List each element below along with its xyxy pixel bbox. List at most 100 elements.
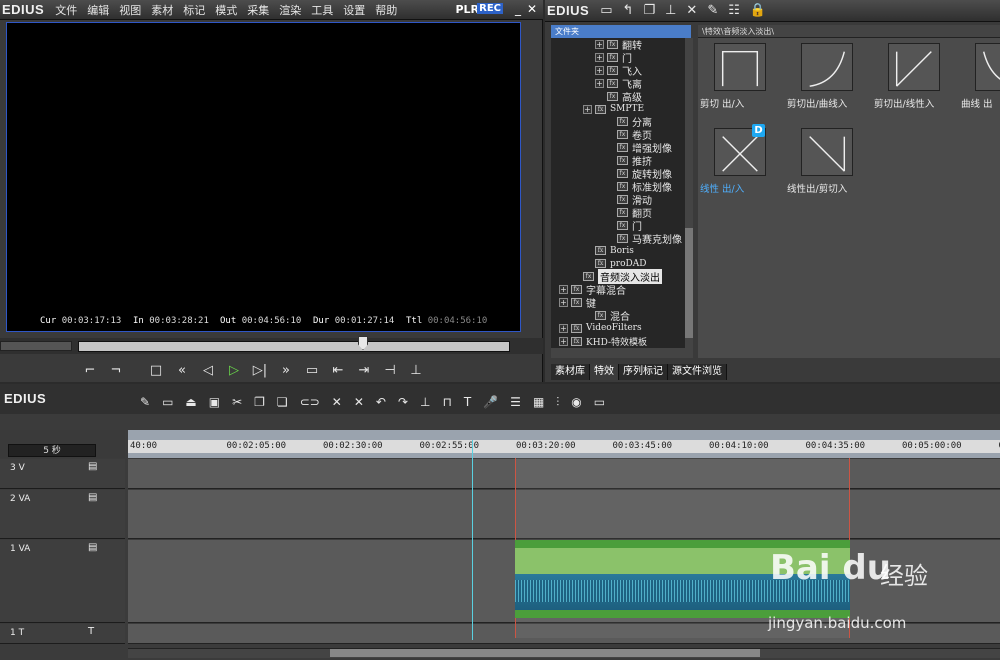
expand-icon[interactable]: + bbox=[583, 104, 592, 114]
tree-item[interactable]: + fx 键 bbox=[559, 296, 596, 310]
fast-forward-button[interactable]: » bbox=[276, 360, 296, 380]
delete-icon[interactable]: ✕ bbox=[332, 395, 342, 409]
prev-frame-button[interactable]: ◁ bbox=[198, 360, 218, 380]
effect-thumbnail[interactable] bbox=[801, 128, 853, 176]
menu-item-1[interactable]: 编辑 bbox=[82, 2, 114, 18]
link-icon[interactable]: ⊂⊃ bbox=[300, 395, 320, 409]
bin-tab-3[interactable]: 源文件浏览 bbox=[668, 364, 727, 380]
menu-item-8[interactable]: 工具 bbox=[306, 2, 338, 18]
microphone-icon[interactable]: 🎤 bbox=[483, 395, 498, 409]
cut-icon[interactable]: ✂ bbox=[232, 395, 242, 409]
set-in-icon[interactable]: ⌐ bbox=[80, 360, 100, 380]
rewind-button[interactable]: « bbox=[172, 360, 192, 380]
expand-icon[interactable]: + bbox=[595, 52, 604, 62]
ripple-icon[interactable]: ⊣ bbox=[380, 360, 400, 380]
expand-icon[interactable]: + bbox=[559, 323, 568, 333]
open-icon[interactable]: ⏏ bbox=[185, 395, 196, 409]
stop-button[interactable]: □ bbox=[146, 360, 166, 380]
effect-thumbnail[interactable] bbox=[975, 43, 1000, 91]
track-lock-icon[interactable]: ▤ bbox=[88, 492, 97, 503]
shuttle-slider[interactable] bbox=[0, 341, 72, 351]
rec-indicator[interactable]: REC bbox=[477, 3, 503, 14]
view-icon[interactable]: ☷ bbox=[723, 3, 745, 18]
menu-item-5[interactable]: 模式 bbox=[210, 2, 242, 18]
folder-tree[interactable]: + fx 翻转 + fx 门 + fx 飞入 + fx 飞离 fx 高级 + fx SMPTE fx 分离 fx 卷页 f… bbox=[551, 38, 685, 348]
track-header[interactable]: 3 V ▤ bbox=[0, 459, 125, 489]
tree-item[interactable]: fx 翻页 bbox=[605, 206, 652, 220]
effect-clip[interactable]: 剪切 出/入 bbox=[700, 40, 780, 120]
menu-item-3[interactable]: 素材 bbox=[146, 2, 178, 18]
expand-icon[interactable]: + bbox=[559, 298, 568, 307]
effect-clip[interactable]: 曲线 出 bbox=[961, 40, 1000, 120]
snap-icon[interactable]: ⊓ bbox=[443, 395, 452, 409]
track-lock-icon[interactable]: ▤ bbox=[88, 461, 97, 472]
effect-clip[interactable]: D 线性 出/入 bbox=[700, 124, 780, 205]
expand-icon[interactable]: + bbox=[595, 40, 604, 49]
bin-tab-2[interactable]: 序列标记 bbox=[619, 364, 668, 380]
save-icon[interactable]: ▣ bbox=[209, 395, 220, 409]
expand-icon[interactable]: + bbox=[595, 65, 604, 75]
redo-icon[interactable]: ↷ bbox=[398, 395, 408, 409]
timeline-scroll-thumb[interactable] bbox=[330, 649, 760, 657]
next-frame-button[interactable]: ▷| bbox=[250, 360, 270, 380]
tree-item[interactable]: fx Boris bbox=[583, 244, 634, 257]
effect-clip[interactable]: 线性出/剪切入 bbox=[787, 125, 867, 205]
folder-icon[interactable]: ▭ bbox=[595, 3, 617, 18]
copy-icon[interactable]: ❐ bbox=[638, 3, 660, 18]
add-icon[interactable]: ⊥ bbox=[660, 3, 681, 18]
tree-item[interactable]: + fx 翻转 bbox=[595, 38, 642, 52]
audio-mixer-icon[interactable]: ⫶ bbox=[556, 395, 559, 410]
copy-icon[interactable]: ❐ bbox=[254, 395, 265, 409]
grid-icon[interactable]: ▦ bbox=[533, 395, 544, 409]
effect-clip[interactable]: 剪切出/曲线入 bbox=[787, 40, 867, 120]
pen-icon[interactable]: ✎ bbox=[140, 395, 150, 409]
overwrite-icon[interactable]: ⇥ bbox=[354, 360, 374, 380]
track-header[interactable]: 1 VA ▤ bbox=[0, 540, 125, 623]
menu-item-6[interactable]: 采集 bbox=[242, 2, 274, 18]
effect-thumbnail[interactable] bbox=[888, 43, 940, 91]
expand-icon[interactable]: + bbox=[559, 285, 568, 295]
tree-item[interactable]: + fx VideoFilters bbox=[559, 322, 642, 335]
menu-item-4[interactable]: 标记 bbox=[178, 2, 210, 18]
bin-tab-0[interactable]: 素材库 bbox=[551, 364, 590, 380]
properties-icon[interactable]: ✎ bbox=[702, 3, 723, 18]
tree-item[interactable]: fx 高级 bbox=[595, 90, 642, 104]
title-track-icon[interactable]: T bbox=[88, 626, 94, 637]
up-folder-icon[interactable]: ↰ bbox=[618, 3, 639, 18]
tree-item[interactable]: fx 混合 bbox=[583, 309, 630, 323]
mixer-icon[interactable]: ☰ bbox=[510, 395, 521, 409]
menu-item-2[interactable]: 视图 bbox=[114, 2, 146, 18]
ripple-delete-icon[interactable]: ✕ bbox=[354, 395, 364, 409]
tree-item[interactable]: + fx KHD-特效模板 bbox=[559, 335, 647, 348]
playhead[interactable] bbox=[472, 440, 473, 640]
effect-thumbnail[interactable] bbox=[714, 43, 766, 91]
lock-icon[interactable]: 🔒 bbox=[745, 3, 771, 18]
tree-horizontal-scrollbar[interactable] bbox=[551, 348, 693, 358]
minimize-button[interactable]: _ bbox=[515, 2, 521, 16]
menu-item-0[interactable]: 文件 bbox=[50, 2, 82, 18]
track-lock-icon[interactable]: ▤ bbox=[88, 542, 97, 553]
menu-item-9[interactable]: 设置 bbox=[338, 2, 370, 18]
paste-icon[interactable]: ❏ bbox=[277, 395, 288, 409]
play-button[interactable]: ▷ bbox=[224, 360, 244, 380]
scrub-bar[interactable] bbox=[78, 341, 510, 352]
set-out-icon[interactable]: ¬ bbox=[106, 360, 126, 380]
bin-tab-1[interactable]: 特效 bbox=[590, 364, 619, 380]
track-header[interactable]: 2 VA ▤ bbox=[0, 490, 125, 539]
expand-icon[interactable]: + bbox=[559, 336, 568, 346]
title-icon[interactable]: T bbox=[464, 395, 471, 409]
track-header[interactable]: 1 T T bbox=[0, 624, 125, 644]
menu-item-10[interactable]: 帮助 bbox=[370, 2, 402, 18]
tree-item[interactable]: fx 马赛克划像 bbox=[605, 232, 682, 246]
timeline-zoom[interactable]: 5 秒 bbox=[8, 444, 96, 457]
expand-icon[interactable]: + bbox=[595, 78, 604, 88]
close-button[interactable]: ✕ bbox=[527, 2, 537, 16]
menu-item-7[interactable]: 渲染 bbox=[274, 2, 306, 18]
match-frame-icon[interactable]: ⊥ bbox=[406, 360, 426, 380]
export-icon[interactable]: ▭ bbox=[594, 395, 605, 409]
undo-icon[interactable]: ↶ bbox=[376, 395, 386, 409]
new-sequence-icon[interactable]: ▭ bbox=[162, 395, 173, 409]
plr-indicator[interactable]: PLR bbox=[455, 3, 479, 16]
record-icon[interactable]: ◉ bbox=[571, 395, 581, 409]
effect-clip[interactable]: 剪切出/线性入 bbox=[874, 40, 954, 120]
